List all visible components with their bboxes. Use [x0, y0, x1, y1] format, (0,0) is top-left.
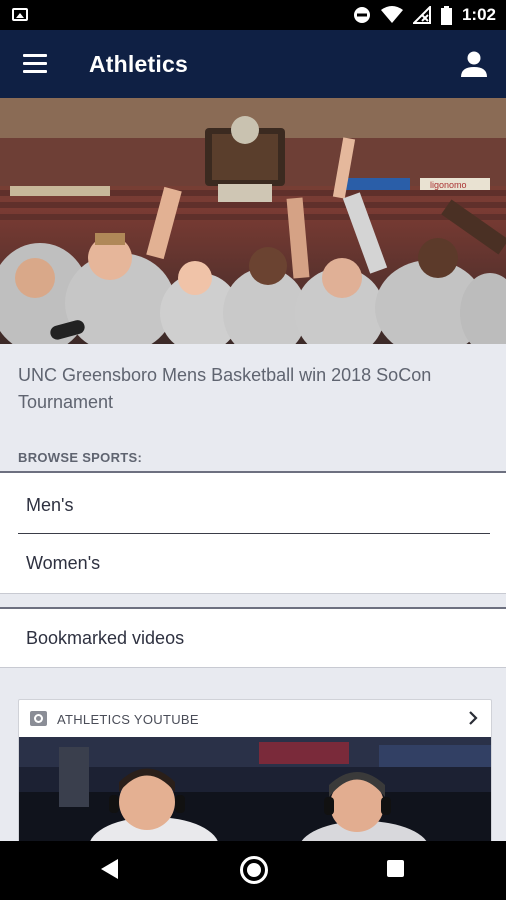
home-icon[interactable] [240, 856, 268, 884]
app-bar: Athletics [0, 30, 506, 98]
youtube-card-title: ATHLETICS YOUTUBE [57, 712, 199, 727]
celebration-photo: ligonomo [0, 98, 506, 344]
dnd-icon [353, 7, 370, 23]
battery-icon [440, 5, 452, 25]
youtube-card[interactable]: ATHLETICS YOUTUBE [18, 699, 492, 851]
menu-icon[interactable] [23, 54, 47, 74]
account-icon[interactable] [460, 50, 488, 78]
browse-sports-card: Men's Women's [0, 471, 506, 594]
navigation-bar [0, 841, 506, 900]
no-signal-icon [412, 6, 431, 24]
hero-image[interactable]: ligonomo [0, 98, 506, 344]
hero-caption[interactable]: UNC Greensboro Mens Basketball win 2018 … [18, 362, 488, 416]
browse-sports-label: BROWSE SPORTS: [18, 450, 143, 465]
divider [18, 533, 490, 534]
page-title: Athletics [89, 51, 188, 77]
youtube-video-thumbnail[interactable] [19, 737, 491, 850]
status-icons: 1:02 [353, 5, 496, 25]
sidebar-item-mens[interactable]: Men's [26, 495, 73, 516]
arena-sign-text: ligonomo [430, 180, 467, 190]
wifi-icon [380, 6, 403, 23]
chevron-right-icon[interactable] [465, 710, 481, 726]
sidebar-item-womens[interactable]: Women's [26, 553, 100, 574]
back-icon[interactable] [101, 859, 118, 879]
bookmarked-videos-label[interactable]: Bookmarked videos [26, 628, 184, 649]
status-bar: 1:02 [0, 0, 506, 30]
broadcast-photo [19, 737, 491, 850]
image-icon [12, 8, 28, 21]
recent-apps-icon[interactable] [387, 860, 404, 877]
clock: 1:02 [461, 5, 496, 24]
youtube-card-header[interactable]: ATHLETICS YOUTUBE [19, 700, 491, 737]
camera-icon [30, 711, 47, 726]
bookmarked-videos-card[interactable]: Bookmarked videos [0, 607, 506, 668]
